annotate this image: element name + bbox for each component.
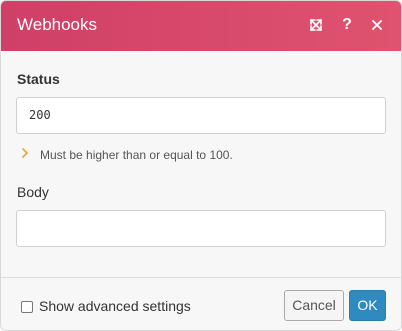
body-field[interactable] [16, 210, 386, 247]
chevron-right-icon [21, 147, 31, 162]
status-field[interactable]: 200 [16, 97, 386, 134]
dialog-body: Status 200 Must be higher than or equal … [1, 51, 401, 277]
advanced-settings-checkbox[interactable] [21, 301, 33, 313]
webhooks-dialog: Webhooks ? Status 200 Must be higher tha… [0, 0, 402, 331]
cancel-button[interactable]: Cancel [284, 290, 344, 321]
expand-icon[interactable] [307, 15, 325, 35]
dialog-header: Webhooks ? [1, 1, 401, 51]
body-label: Body [17, 184, 49, 200]
advanced-settings-label[interactable]: Show advanced settings [39, 298, 191, 314]
ok-button[interactable]: OK [349, 290, 386, 321]
dialog-footer: Show advanced settings Cancel OK [1, 277, 401, 330]
status-label: Status [17, 71, 60, 87]
close-icon[interactable] [368, 15, 386, 35]
status-hint-text: Must be higher than or equal to 100. [40, 148, 233, 162]
help-icon[interactable]: ? [338, 15, 356, 35]
dialog-title: Webhooks [17, 15, 98, 34]
status-value: 200 [29, 108, 51, 122]
